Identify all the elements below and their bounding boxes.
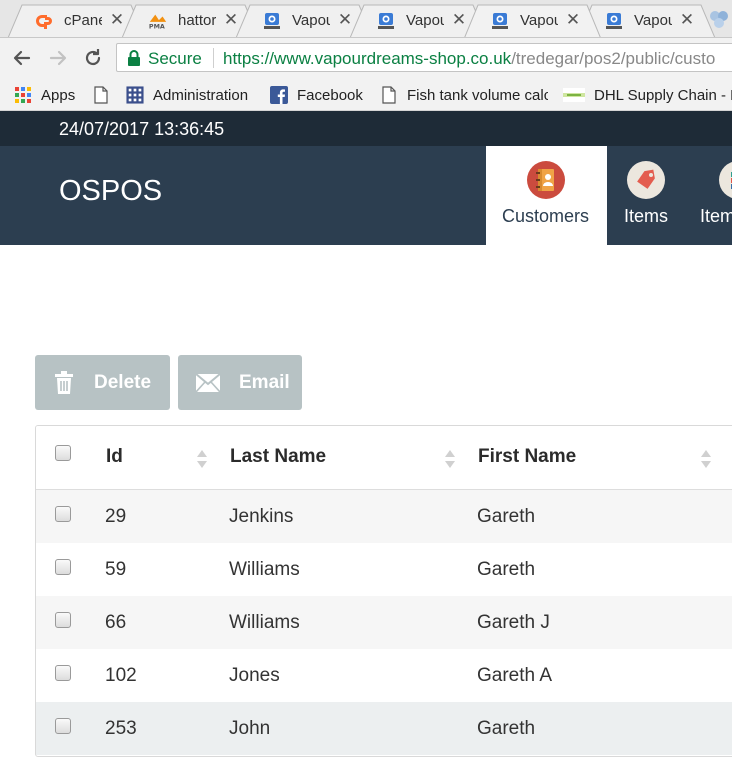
bookmark-label: Facebook xyxy=(297,86,363,104)
item-kits-icon xyxy=(719,161,732,199)
apps-grid-icon xyxy=(14,86,32,104)
table-row[interactable]: 29 Jenkins Gareth xyxy=(36,490,732,543)
bookmark-fish-tank[interactable]: Fish tank volume calc xyxy=(380,84,548,106)
cell-id: 59 xyxy=(105,559,127,580)
cell-id: 66 xyxy=(105,612,127,633)
row-checkbox[interactable] xyxy=(55,612,71,628)
table-header: Id Last Name First Name xyxy=(36,426,732,490)
phpmyadmin-icon: PMA xyxy=(148,11,168,31)
column-header-first-name[interactable]: First Name xyxy=(478,446,576,468)
select-all-checkbox[interactable] xyxy=(55,445,71,461)
tab-title: Vapou xyxy=(520,12,558,29)
cell-id: 29 xyxy=(105,506,127,527)
table-row[interactable]: 66 Williams Gareth J xyxy=(36,596,732,649)
trash-icon xyxy=(53,370,75,395)
divider xyxy=(213,48,214,68)
delete-label: Delete xyxy=(94,371,152,393)
cell-last-name: Jenkins xyxy=(229,506,294,527)
sort-icon[interactable] xyxy=(700,448,712,470)
extension-icon[interactable] xyxy=(706,9,732,31)
email-button[interactable]: Email xyxy=(178,355,302,410)
row-checkbox[interactable] xyxy=(55,718,71,734)
sort-icon[interactable] xyxy=(444,448,456,470)
browser-toolbar: Secure https://www.vapourdreams-shop.co.… xyxy=(0,38,732,78)
table-row[interactable]: 253 John Gareth xyxy=(36,702,732,755)
brand-logo[interactable]: OSPOS xyxy=(59,175,162,208)
bookmarks-bar: Apps Administration Facebook Fish tank v… xyxy=(0,78,732,111)
module-label: Items xyxy=(624,206,669,226)
tab-title: Vapou xyxy=(292,12,330,29)
module-customers[interactable]: Customers xyxy=(486,146,607,245)
envelope-icon xyxy=(196,371,220,395)
dhl-icon xyxy=(563,86,585,104)
module-label: Customers xyxy=(502,206,590,226)
facebook-icon xyxy=(270,86,288,104)
close-tab-icon[interactable]: ✕ xyxy=(678,10,696,30)
email-label: Email xyxy=(239,371,290,393)
url-host: https://www.vapourdreams-shop.co.uk xyxy=(223,49,512,68)
browser-tab-strip: cPane ✕ PMA hattor ✕ Vapou ✕ Vapou ✕ Vap… xyxy=(0,0,732,38)
app-status-bar: 24/07/2017 13:36:45 xyxy=(0,111,732,146)
address-bar[interactable]: Secure https://www.vapourdreams-shop.co.… xyxy=(116,43,732,72)
back-arrow-icon[interactable] xyxy=(10,46,34,70)
row-checkbox[interactable] xyxy=(55,665,71,681)
delete-button[interactable]: Delete xyxy=(35,355,170,410)
forward-arrow-icon[interactable] xyxy=(46,46,70,70)
customers-icon xyxy=(527,161,565,199)
bookmark-label: Fish tank volume calc xyxy=(407,86,548,104)
bookmark-page[interactable] xyxy=(92,84,119,106)
tab-title: hattor xyxy=(178,12,216,29)
svg-text:PMA: PMA xyxy=(149,23,165,30)
close-tab-icon[interactable]: ✕ xyxy=(564,10,582,30)
module-items[interactable]: Items xyxy=(607,146,687,245)
lock-icon xyxy=(127,50,141,66)
cell-first-name: Gareth xyxy=(477,559,536,580)
ospos-icon xyxy=(262,11,282,31)
customers-table: Id Last Name First Name 29 Jenkins Garet… xyxy=(35,425,732,757)
url-path: /tredegar/pos2/public/custo xyxy=(511,49,716,68)
cell-last-name: John xyxy=(229,718,271,739)
tab-title: Vapou xyxy=(634,12,672,29)
datetime-label: 24/07/2017 13:36:45 xyxy=(59,119,225,139)
table-row[interactable]: 102 Jones Gareth A xyxy=(36,649,732,702)
tab-title: Vapou xyxy=(406,12,444,29)
cell-first-name: Gareth xyxy=(477,506,536,527)
column-header-last-name[interactable]: Last Name xyxy=(230,446,326,468)
bookmark-label: Apps xyxy=(41,86,76,104)
page-icon xyxy=(380,86,398,104)
cell-last-name: Williams xyxy=(229,612,300,633)
module-label: Item xyxy=(700,206,732,226)
admin-grid-icon xyxy=(126,86,144,104)
bookmark-administration[interactable]: Administration xyxy=(126,84,248,106)
cell-last-name: Williams xyxy=(229,559,300,580)
sort-icon[interactable] xyxy=(196,448,208,470)
ospos-icon xyxy=(376,11,396,31)
items-tag-icon xyxy=(627,161,665,199)
table-row[interactable]: 59 Williams Gareth xyxy=(36,543,732,596)
secure-label: Secure xyxy=(148,49,202,68)
ospos-icon xyxy=(490,11,510,31)
column-header-id[interactable]: Id xyxy=(106,446,123,468)
cell-first-name: Gareth A xyxy=(477,665,552,686)
cell-first-name: Gareth J xyxy=(477,612,550,633)
row-checkbox[interactable] xyxy=(55,506,71,522)
row-checkbox[interactable] xyxy=(55,559,71,575)
reload-icon[interactable] xyxy=(81,46,105,70)
bookmark-facebook[interactable]: Facebook xyxy=(270,84,363,106)
browser-tab-active[interactable]: Vapou ✕ xyxy=(464,4,614,37)
bookmark-dhl[interactable]: DHL Supply Chain - L xyxy=(563,84,732,106)
cell-id: 253 xyxy=(105,718,137,739)
cpanel-icon xyxy=(34,11,54,31)
bookmark-apps[interactable]: Apps xyxy=(14,84,75,106)
tab-title: cPane xyxy=(64,12,102,29)
app-navbar: OSPOS Customers Items Item xyxy=(0,146,732,245)
module-item-kits[interactable]: Item xyxy=(687,146,732,245)
cell-id: 102 xyxy=(105,665,137,686)
cell-first-name: Gareth xyxy=(477,718,536,739)
url-text[interactable]: https://www.vapourdreams-shop.co.uk/tred… xyxy=(223,49,715,69)
page-icon xyxy=(92,86,110,104)
cell-last-name: Jones xyxy=(229,665,280,686)
bookmark-label: Administration xyxy=(153,86,249,104)
bookmark-label: DHL Supply Chain - L xyxy=(594,86,732,104)
